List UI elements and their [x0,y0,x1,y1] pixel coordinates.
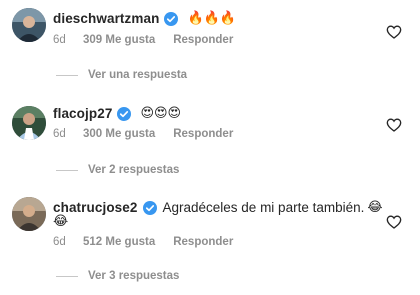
comment-likes[interactable]: 309 Me gusta [83,34,155,46]
reply-button[interactable]: Responder [173,128,233,140]
like-heart-icon[interactable] [386,214,402,230]
replies-divider [56,74,78,76]
avatar[interactable] [12,106,46,140]
comment-emoji: 😍😍😍 [140,106,182,121]
view-replies-button[interactable]: Ver una respuesta [56,69,187,81]
comment-emoji: 🔥🔥🔥 [187,11,236,26]
comment-emoji-continued: 😂 [53,214,69,229]
view-replies-label[interactable]: Ver una respuesta [88,69,187,81]
verified-badge-icon [117,106,132,121]
verified-badge-icon [142,200,157,215]
comment-username[interactable]: flacojp27 [53,106,112,121]
comment-username[interactable]: dieschwartzman [53,11,159,26]
view-replies-button[interactable]: Ver 3 respuestas [56,270,179,282]
reply-button[interactable]: Responder [173,34,233,46]
replies-divider [56,169,78,171]
comment-likes[interactable]: 512 Me gusta [83,236,155,248]
comment-age: 6d [53,236,66,248]
view-replies-label[interactable]: Ver 2 respuestas [88,164,179,176]
replies-divider [56,275,78,277]
avatar[interactable] [12,8,46,42]
verified-badge-icon [164,11,179,26]
view-replies-button[interactable]: Ver 2 respuestas [56,164,179,176]
avatar[interactable] [12,197,46,231]
comment-age: 6d [53,34,66,46]
view-replies-label[interactable]: Ver 3 respuestas [88,270,179,282]
comment-emoji: 😂 [367,200,383,215]
comment-likes[interactable]: 300 Me gusta [83,128,155,140]
comment-username[interactable]: chatrucjose2 [53,200,138,215]
like-heart-icon[interactable] [386,117,402,133]
comment-age: 6d [53,128,66,140]
reply-button[interactable]: Responder [173,236,233,248]
comment-text: Agradéceles de mi parte también. [162,200,365,215]
like-heart-icon[interactable] [386,24,402,40]
